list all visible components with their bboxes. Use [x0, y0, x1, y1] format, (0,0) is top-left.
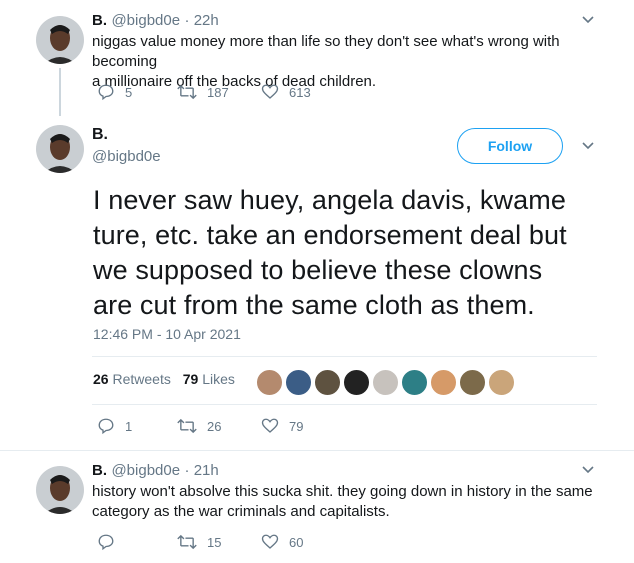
reply-icon: [98, 418, 114, 435]
divider: [0, 450, 634, 451]
thread-line-top: [59, 68, 61, 116]
retweet-icon: [177, 418, 197, 434]
like-button[interactable]: 79: [261, 417, 303, 435]
liker-avatar[interactable]: [313, 368, 342, 397]
separator-dot: ·: [184, 12, 194, 29]
retweet-count: 187: [207, 84, 229, 100]
caret-down-icon[interactable]: [582, 466, 594, 474]
like-count: 79: [289, 418, 304, 434]
like-button[interactable]: 60: [261, 533, 303, 551]
reply-button[interactable]: 1: [97, 417, 177, 435]
like-icon: [261, 418, 279, 433]
likes-stat-count: 79: [182, 371, 199, 387]
liker-avatar[interactable]: [458, 368, 487, 397]
likes-stat-label: Likes: [202, 371, 235, 387]
user-handle[interactable]: @bigbd0e: [92, 148, 161, 165]
tweet-text-line: we supposed to believe these clowns: [93, 255, 543, 285]
retweets-stat[interactable]: 26 Retweets: [93, 371, 171, 387]
tweet-text-line: ture, etc. take an endorsement deal but: [93, 220, 567, 250]
like-count: 613: [289, 84, 311, 100]
retweet-count: 15: [207, 534, 222, 550]
display-name[interactable]: B.: [92, 462, 107, 479]
caret-down-icon[interactable]: [582, 16, 594, 24]
liker-avatar[interactable]: [400, 368, 429, 397]
like-icon: [261, 534, 279, 549]
retweets-stat-count: 26: [93, 371, 109, 387]
display-name[interactable]: B.: [92, 12, 107, 29]
divider: [92, 356, 597, 357]
tweet-text-line: niggas value money more than life so the…: [92, 33, 560, 70]
tweet-time[interactable]: 21h: [194, 462, 219, 479]
retweet-icon: [177, 84, 197, 100]
user-handle[interactable]: @bigbd0e: [111, 462, 180, 479]
liker-avatars: [255, 368, 516, 397]
retweets-stat-label: Retweets: [112, 371, 171, 387]
retweet-icon: [177, 534, 197, 550]
divider: [92, 404, 597, 405]
reply-button[interactable]: 5: [97, 83, 177, 101]
liker-avatar[interactable]: [284, 368, 313, 397]
reply-count: 1: [125, 418, 133, 434]
tweet-text-line: are cut from the same cloth as them.: [93, 290, 535, 320]
like-count: 60: [289, 534, 304, 550]
retweet-button[interactable]: 26: [177, 417, 261, 435]
avatar[interactable]: [36, 125, 84, 173]
liker-avatar[interactable]: [487, 368, 516, 397]
retweet-count: 26: [207, 418, 222, 434]
follow-button[interactable]: Follow: [457, 128, 563, 164]
liker-avatar[interactable]: [255, 368, 284, 397]
reply-icon: [98, 84, 114, 101]
retweet-button[interactable]: 187: [177, 83, 261, 101]
reply-button[interactable]: [97, 533, 177, 551]
avatar[interactable]: [36, 16, 84, 64]
tweet-text-line: I never saw huey, angela davis, kwame: [93, 185, 566, 215]
like-icon: [261, 84, 279, 99]
caret-down-icon[interactable]: [582, 142, 594, 150]
liker-avatar[interactable]: [371, 368, 400, 397]
liker-avatar[interactable]: [429, 368, 458, 397]
tweet-text-line: history won't absolve this sucka shit. t…: [92, 483, 593, 500]
likes-stat[interactable]: 79 Likes: [183, 371, 235, 387]
liker-avatar[interactable]: [342, 368, 371, 397]
tweet-time[interactable]: 22h: [194, 12, 219, 29]
like-button[interactable]: 613: [261, 83, 311, 101]
separator-dot: ·: [184, 462, 194, 479]
retweet-button[interactable]: 15: [177, 533, 261, 551]
user-handle[interactable]: @bigbd0e: [111, 12, 180, 29]
avatar[interactable]: [36, 466, 84, 514]
display-name[interactable]: B.: [92, 126, 161, 144]
reply-count: 5: [125, 84, 133, 100]
tweet-text-line: category as the war criminals and capita…: [92, 503, 390, 520]
reply-icon: [98, 534, 114, 551]
tweet-timestamp[interactable]: 12:46 PM - 10 Apr 2021: [93, 326, 241, 342]
